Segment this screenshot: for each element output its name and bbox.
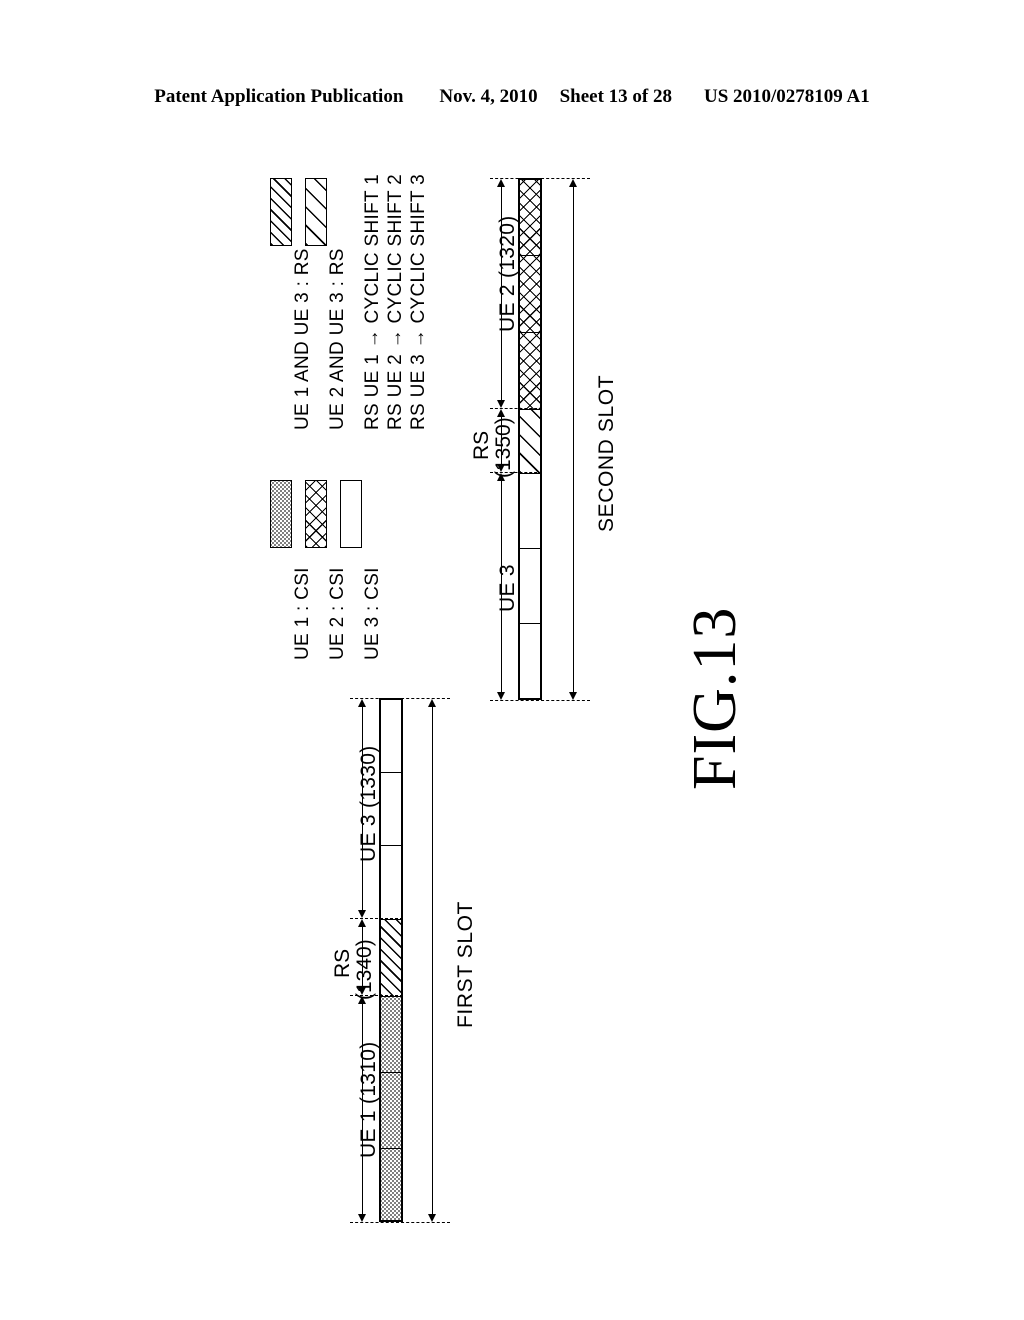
first-slot-axis-label: FIRST SLOT — [454, 901, 477, 1028]
legend-note-cyclic-shift-2: RS UE 2 → CYCLIC SHIFT 2 — [385, 173, 406, 430]
second-slot-axis-arrow-bottom — [569, 692, 577, 700]
header-date: Nov. 4, 2010 — [439, 86, 538, 107]
legend-swatch-csi-ue1 — [270, 480, 292, 548]
first-slot-ue1-arrow-top — [358, 996, 366, 1004]
second-slot-ue2-label: UE 2 (1320) — [496, 215, 519, 332]
first-slot-ue3-segment — [381, 700, 401, 773]
second-slot-ue3-label: UE 3 — [496, 564, 519, 612]
header-publication: Patent Application Publication — [154, 86, 404, 107]
second-slot-ue3-arrow-bottom — [497, 692, 505, 700]
first-slot-ue3-segment — [381, 773, 401, 846]
header-sheet: Sheet 13 of 28 — [559, 86, 672, 107]
first-slot-bar — [379, 698, 403, 1222]
legend-swatch-rs-ue2-ue3 — [305, 178, 327, 246]
second-slot-ue2-segment — [520, 180, 540, 256]
first-slot-axis-arrow-top — [428, 699, 436, 707]
first-slot-rs-label-line2: (1340) — [353, 939, 376, 1000]
second-slot-ue3-segment — [520, 474, 540, 549]
first-slot-axis-arrow-bottom — [428, 1214, 436, 1222]
first-slot-ue1-label: UE 1 (1310) — [357, 1041, 380, 1158]
second-slot-tick-bottom — [490, 700, 590, 701]
legend-note-cyclic-shift-3: RS UE 3 → CYCLIC SHIFT 3 — [408, 173, 429, 430]
second-slot-bar — [518, 178, 542, 700]
legend-note-cyclic-shift-1: RS UE 1 → CYCLIC SHIFT 1 — [362, 173, 383, 430]
page-header: Patent Application Publication Nov. 4, 20… — [0, 86, 1024, 108]
first-slot-ue1-segment — [381, 997, 401, 1073]
first-slot-ue3-arrow-top — [358, 699, 366, 707]
patent-figure-page: Patent Application Publication Nov. 4, 20… — [0, 0, 1024, 1320]
first-slot-ue3-arrow-bottom — [358, 910, 366, 918]
second-slot-ue2-arrow-bottom — [497, 400, 505, 408]
second-slot-rs-label-line1: RS — [470, 430, 493, 460]
first-slot-rs-arrow-top — [358, 919, 366, 927]
figure-label: FIG.13 — [681, 606, 749, 790]
header-docnum: US 2010/0278109 A1 — [703, 86, 870, 107]
second-slot-ue3-segment — [520, 549, 540, 624]
legend-swatch-csi-ue2 — [305, 480, 327, 548]
first-slot-rs-label-line1: RS — [331, 948, 354, 978]
second-slot-axis-label: SECOND SLOT — [595, 374, 618, 532]
first-slot-ue1-arrow-bottom — [358, 1214, 366, 1222]
first-slot-rs-segment — [381, 920, 401, 997]
legend-label-rs-ue2-ue3: UE 2 AND UE 3 : RS — [327, 248, 348, 430]
first-slot-tick-bottom — [350, 1222, 450, 1223]
second-slot-ue2-segment — [520, 333, 540, 410]
second-slot-axis-arrow-top — [569, 179, 577, 187]
legend-label-csi-ue2: UE 2 : CSI — [327, 567, 348, 660]
first-slot-axis-line — [432, 706, 433, 1214]
first-slot-ue1-segment — [381, 1073, 401, 1149]
second-slot-ue3-segment — [520, 624, 540, 698]
legend-label-rs-ue1-ue3: UE 1 AND UE 3 : RS — [292, 248, 313, 430]
second-slot-ue3-arrow-top — [497, 473, 505, 481]
second-slot-ue2-arrow-top — [497, 179, 505, 187]
legend-swatch-rs-ue1-ue3 — [270, 178, 292, 246]
second-slot-axis-line — [573, 186, 574, 692]
second-slot-rs-label-line2: (1350) — [492, 417, 515, 478]
legend-label-csi-ue3: UE 3 : CSI — [362, 567, 383, 660]
legend-label-csi-ue1: UE 1 : CSI — [292, 567, 313, 660]
first-slot-ue3-segment — [381, 846, 401, 920]
second-slot-rs-segment — [520, 410, 540, 474]
legend-swatch-csi-ue3 — [340, 480, 362, 548]
first-slot-ue1-segment — [381, 1149, 401, 1220]
second-slot-rs-arrow-top — [497, 409, 505, 417]
second-slot-ue2-segment — [520, 256, 540, 333]
first-slot-ue3-label: UE 3 (1330) — [357, 745, 380, 862]
